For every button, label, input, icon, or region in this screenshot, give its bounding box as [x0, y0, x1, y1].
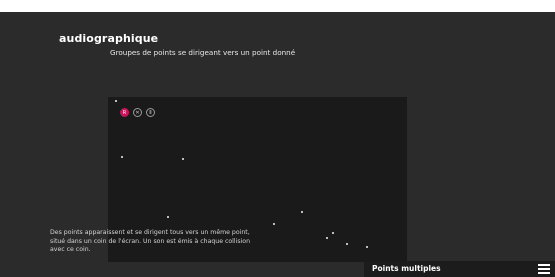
moving-dot: [346, 243, 348, 245]
moving-dot: [326, 237, 328, 239]
moving-dot: [332, 232, 334, 234]
sound-toggle-icon: R: [122, 109, 127, 116]
page-subtitle: Groupes de points se dirigeant vers un p…: [110, 48, 296, 57]
sound-toggle-button[interactable]: R: [120, 108, 129, 117]
bottom-bar: Points multiples: [364, 261, 555, 277]
menu-button[interactable]: [538, 264, 550, 274]
moving-dot: [273, 223, 275, 225]
close-button[interactable]: ✕: [133, 108, 142, 117]
mode-label: Points multiples: [372, 264, 441, 273]
app-frame: audiographique Groupes de points se diri…: [0, 12, 555, 277]
pause-icon: Ⅱ: [149, 109, 152, 116]
moving-dot: [182, 158, 184, 160]
moving-dot: [121, 156, 123, 158]
moving-dot: [366, 246, 368, 248]
moving-dot: [301, 211, 303, 213]
moving-dot: [167, 216, 169, 218]
moving-dot: [115, 100, 117, 102]
close-icon: ✕: [135, 109, 140, 116]
description-text: Des points apparaissent et se dirigent t…: [50, 229, 250, 253]
app-title: audiographique: [59, 32, 159, 45]
pause-button[interactable]: Ⅱ: [146, 108, 155, 117]
